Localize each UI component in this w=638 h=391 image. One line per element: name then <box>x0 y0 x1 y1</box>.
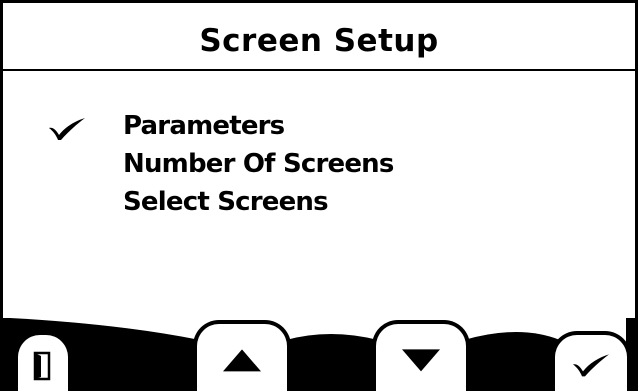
page-title: Screen Setup <box>199 23 439 59</box>
softkey-bar <box>0 318 638 391</box>
exit-softkey[interactable] <box>14 331 72 391</box>
triangle-up-icon <box>223 348 261 371</box>
title-divider <box>3 69 635 71</box>
ok-softkey[interactable] <box>551 331 631 391</box>
menu-item-label: Parameters <box>123 111 285 141</box>
triangle-down-icon <box>402 348 440 371</box>
softkey-band <box>0 318 638 391</box>
menu-item-label: Select Screens <box>123 187 329 217</box>
menu-item-parameters[interactable]: Parameters <box>3 111 635 149</box>
up-softkey[interactable] <box>193 320 291 391</box>
down-softkey[interactable] <box>372 320 470 391</box>
menu-item-select-screens[interactable]: Select Screens <box>3 187 635 225</box>
door-exit-icon <box>33 351 51 381</box>
checkmark-icon <box>49 118 85 140</box>
setup-menu: Parameters Number Of Screens Select Scre… <box>3 111 635 225</box>
checkmark-icon <box>573 354 609 377</box>
menu-item-number-of-screens[interactable]: Number Of Screens <box>3 149 635 187</box>
menu-item-label: Number Of Screens <box>123 149 394 179</box>
